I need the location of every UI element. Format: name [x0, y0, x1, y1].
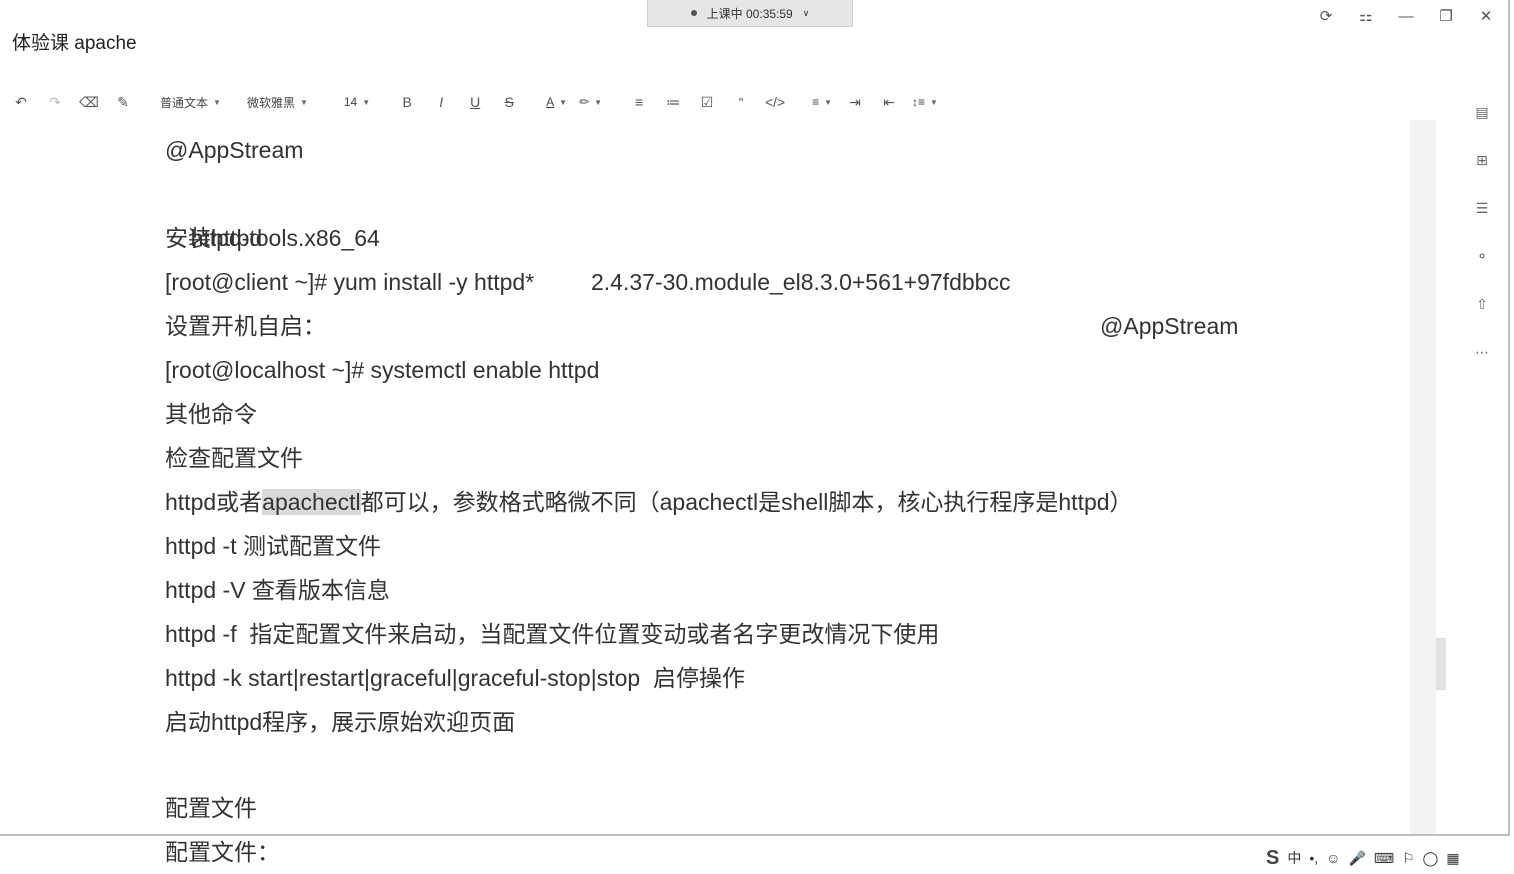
doc-line: httpd -f 指定配置文件来启动，当配置文件位置变动或者名字更改情况下使用 [165, 621, 940, 647]
ime-logo-icon[interactable]: S [1266, 847, 1279, 870]
recording-dot-icon [690, 10, 697, 16]
right-sidebar: ▤ ⊞ ☰ ⚬ ⇧ ⋯ [1468, 100, 1496, 364]
ime-toolbar: S 中 •, ☺ 🎤 ⌨ ⚐ ◯ ▦ [1266, 846, 1460, 870]
undo-icon[interactable]: ↶ [4, 90, 38, 114]
font-size-value: 14 [343, 95, 358, 109]
indent-icon[interactable]: ⇥ [838, 90, 872, 114]
emoji-icon[interactable]: ☺ [1326, 850, 1340, 866]
outdent-icon[interactable]: ⇤ [872, 90, 906, 114]
format-toolbar: ↶ ↷ ⌫ ✎ 普通文本 ▼ 微软雅黑 ▼ 14 ▼ B I U S A ▼ ✏ ▼ ≡ … [0, 88, 1030, 116]
class-timer-text: 上课中 00:35:59 [706, 6, 793, 21]
doc-line: 设置开机自启： [165, 313, 326, 339]
doc-line-blank [165, 744, 1405, 786]
redo-icon[interactable]: ↷ [38, 90, 72, 114]
outline-icon[interactable]: ☰ [1470, 196, 1494, 220]
ime-punct-toggle[interactable]: •, [1309, 850, 1318, 866]
font-color-button[interactable]: A ▼ [540, 90, 573, 114]
font-family-select[interactable]: 微软雅黑 ▼ [241, 90, 314, 114]
line-text-pre: httpd或者 [165, 489, 263, 515]
paragraph-style-select[interactable]: 普通文本 ▼ [154, 90, 227, 114]
pin-icon[interactable]: ⚏ [1346, 4, 1386, 28]
doc-line: 配置文件： [165, 839, 280, 865]
code-icon[interactable]: </> [758, 90, 792, 114]
font-family-value: 微软雅黑 [246, 95, 295, 110]
insert-icon[interactable]: ⊞ [1470, 148, 1494, 172]
doc-line: httpd-tools.x86_64 2.4.37-30.module_el8.… [165, 172, 1405, 339]
doc-line: httpd -k start|restart|graceful|graceful… [165, 665, 745, 691]
more-icon[interactable]: ⋯ [1470, 340, 1494, 364]
font-color-icon: A [546, 95, 555, 109]
bold-button[interactable]: B [390, 90, 424, 114]
selected-text: apachectl [262, 489, 361, 515]
chevron-down-icon: ▼ [930, 97, 938, 107]
skin-icon[interactable]: ◯ [1423, 850, 1439, 867]
doc-line: 安装httpd [165, 225, 263, 251]
bullet-list-icon[interactable]: ≡ [622, 90, 656, 114]
ime-mode-toggle[interactable]: 中 [1287, 848, 1301, 868]
maximize-icon[interactable]: ❐ [1426, 4, 1466, 28]
doc-line: httpd -V 查看版本信息 [165, 577, 390, 603]
eraser-icon[interactable]: ⌫ [72, 90, 106, 114]
chevron-down-icon: ▼ [299, 97, 308, 107]
chevron-down-icon: ▼ [362, 97, 371, 107]
close-icon[interactable]: ✕ [1466, 4, 1506, 28]
doc-line: httpd -t 测试配置文件 [165, 533, 381, 559]
doc-line: [root@localhost ~]# systemctl enable htt… [165, 357, 600, 383]
highlighter-icon: ✏ [579, 95, 590, 109]
align-select[interactable]: ≡ ▼ [806, 90, 838, 114]
doc-line: 其他命令 [165, 401, 257, 427]
export-icon[interactable]: ⇧ [1470, 292, 1494, 316]
doc-line: @AppStream [165, 137, 304, 163]
doc-line: 配置文件 [165, 795, 257, 821]
keyboard-icon[interactable]: ⌨ [1374, 850, 1394, 867]
doc-line: httpd或者apachectl都可以，参数格式略微不同（apachectl是s… [165, 480, 1405, 524]
underline-button[interactable]: U [458, 90, 492, 114]
chevron-down-icon: ▼ [559, 97, 568, 107]
align-left-icon: ≡ [812, 95, 820, 109]
doc-line: 检查配置文件 [165, 445, 303, 471]
checklist-icon[interactable]: ☑ [690, 90, 724, 114]
microphone-icon[interactable]: 🎤 [1348, 850, 1365, 867]
share-icon[interactable]: ⚬ [1470, 244, 1494, 268]
ime-tools-icon[interactable]: ⚐ [1402, 850, 1415, 867]
quote-icon[interactable]: “ [724, 90, 758, 114]
class-timer-bar[interactable]: 上课中 00:35:59 ∨ [647, 0, 853, 27]
chevron-down-icon[interactable]: ∨ [803, 8, 810, 19]
chevron-down-icon: ▼ [213, 97, 221, 107]
document-body[interactable]: @AppStream httpd-tools.x86_64 2.4.37-30.… [165, 128, 1405, 874]
scrollbar-thumb[interactable] [1436, 638, 1446, 690]
doc-line: [root@client ~]# yum install -y httpd* [165, 269, 535, 295]
highlight-color-button[interactable]: ✏ ▼ [573, 90, 608, 114]
window-controls: ⟳ ⚏ — ❐ ✕ [1306, 4, 1506, 28]
chevron-down-icon: ▼ [594, 97, 603, 107]
text-style-icon[interactable]: ▤ [1470, 100, 1494, 124]
font-size-select[interactable]: 14 ▼ [338, 90, 376, 114]
paragraph-style-value: 普通文本 [160, 95, 209, 110]
italic-button[interactable]: I [424, 90, 458, 114]
scrollbar-track[interactable] [1410, 120, 1436, 834]
line-spacing-select[interactable]: ↕≡ ▼ [906, 90, 944, 114]
numbered-list-icon[interactable]: ≔ [656, 90, 690, 114]
refresh-icon[interactable]: ⟳ [1306, 4, 1346, 28]
minimize-icon[interactable]: — [1386, 4, 1426, 28]
doc-line: 启动httpd程序，展示原始欢迎页面 [165, 709, 516, 735]
chevron-down-icon: ▼ [824, 97, 833, 107]
line-spacing-icon: ↕≡ [912, 95, 926, 109]
document-title: 体验课 apache [12, 33, 137, 54]
strikethrough-button[interactable]: S [492, 90, 526, 114]
format-painter-icon[interactable]: ✎ [106, 90, 140, 114]
ime-menu-icon[interactable]: ▦ [1446, 850, 1459, 867]
line-text-post: 都可以，参数格式略微不同（apachectl是shell脚本，核心执行程序是ht… [360, 489, 1133, 515]
